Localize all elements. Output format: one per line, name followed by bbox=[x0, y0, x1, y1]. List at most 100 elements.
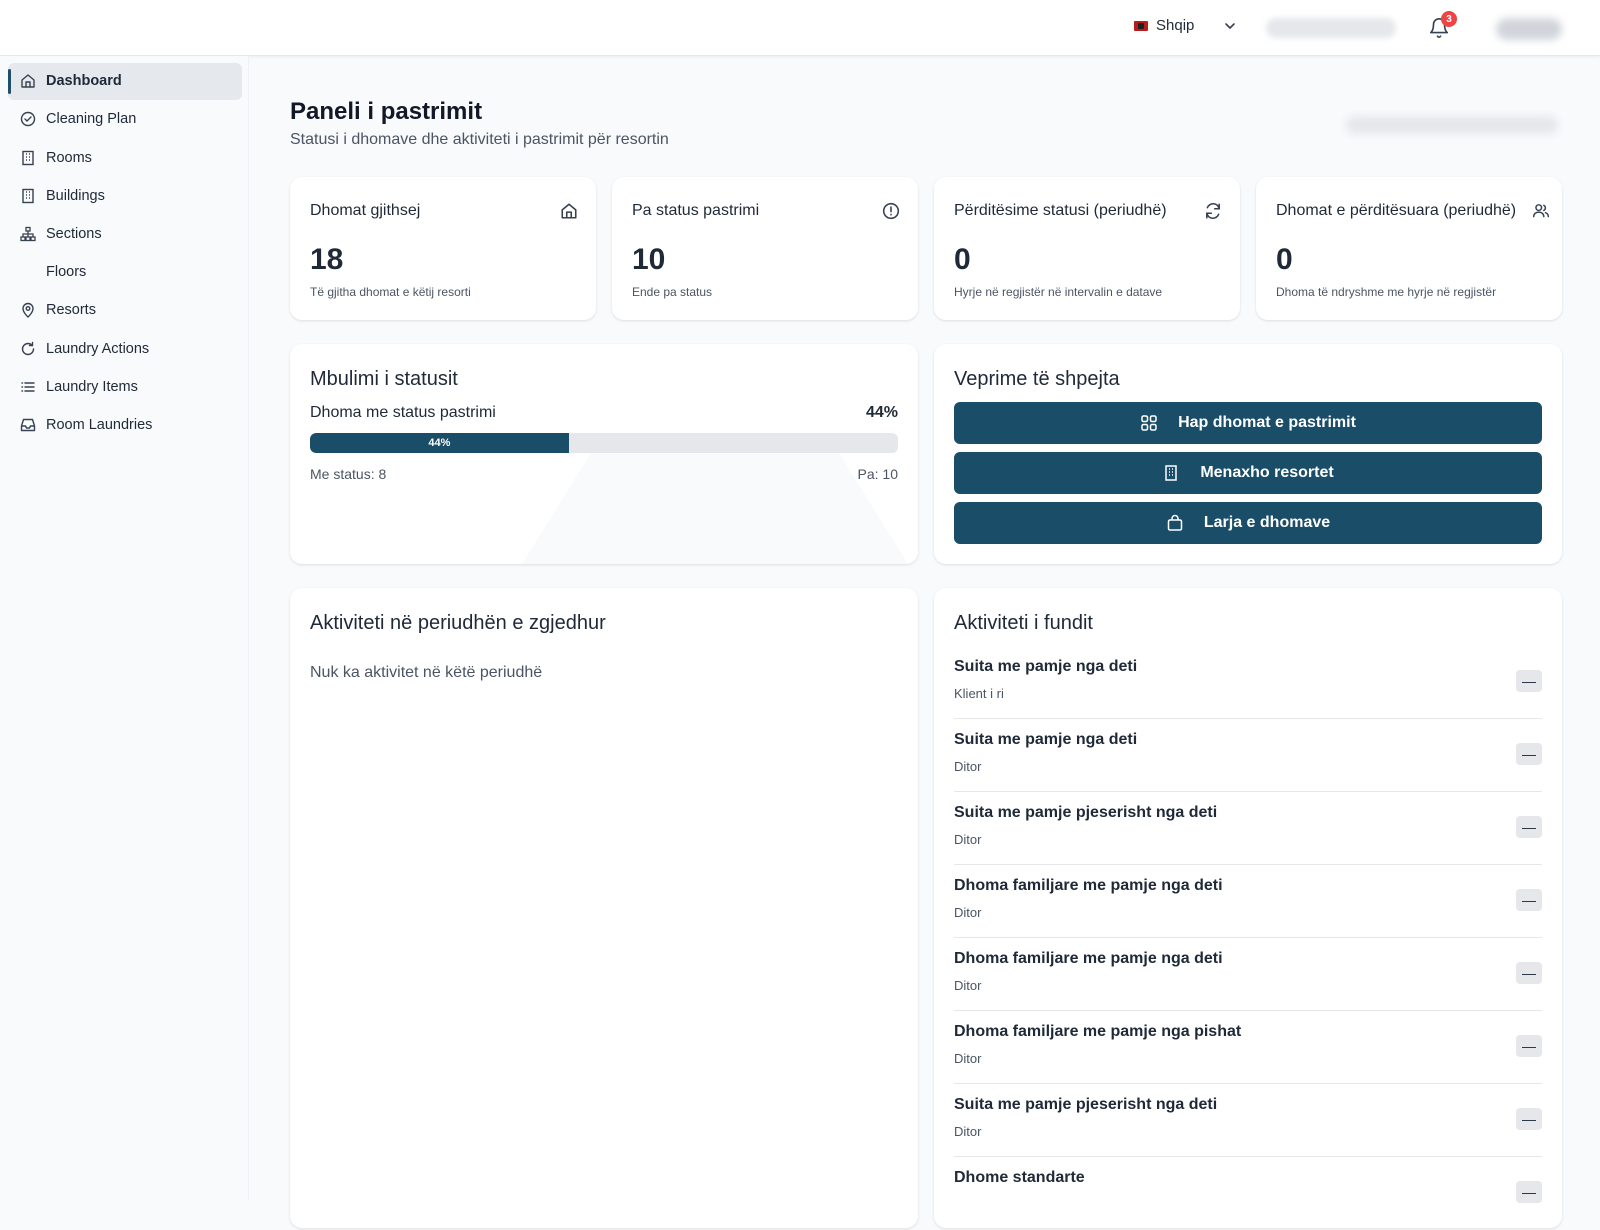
chevron-down-icon[interactable] bbox=[1222, 18, 1238, 34]
activity-status-badge: — bbox=[1516, 1035, 1542, 1057]
activity-room-name: Dhoma familjare me pamje nga deti bbox=[954, 877, 1223, 894]
sidebar-item-dashboard[interactable]: Dashboard bbox=[8, 63, 242, 100]
stat-value: 18 bbox=[310, 243, 344, 276]
activity-room-name: Suita me pamje pjeserisht nga deti bbox=[954, 804, 1218, 821]
activity-status-badge: — bbox=[1516, 816, 1542, 838]
decorative-shape bbox=[522, 452, 908, 564]
sidebar-item-floors[interactable]: Floors bbox=[8, 254, 242, 291]
sidebar-item-cleaning-plan[interactable]: Cleaning Plan bbox=[8, 101, 242, 138]
activity-list-item[interactable]: Suita me pamje pjeserisht nga deti Ditor… bbox=[954, 792, 1542, 865]
sidebar-item-room-laundries[interactable]: Room Laundries bbox=[8, 407, 242, 444]
blurred-user-avatar[interactable] bbox=[1496, 18, 1562, 40]
activity-room-name: Suita me pamje nga deti bbox=[954, 731, 1138, 748]
coverage-progress-fill: 44% bbox=[310, 433, 569, 453]
stat-title: Dhomat e përditësuara (periudhë) bbox=[1276, 202, 1517, 219]
activity-type: Ditor bbox=[954, 1051, 982, 1066]
button-label: Menaxho resortet bbox=[1200, 464, 1334, 481]
sidebar-item-rooms[interactable]: Rooms bbox=[8, 140, 242, 177]
language-selector[interactable]: Shqip bbox=[1134, 17, 1194, 34]
sidebar-item-label: Rooms bbox=[46, 150, 92, 166]
refresh-icon bbox=[21, 341, 35, 356]
activity-list-item[interactable]: Suita me pamje nga deti Ditor — bbox=[954, 719, 1542, 792]
activity-room-name: Dhoma familjare me pamje nga pishat bbox=[954, 1023, 1242, 1040]
manage-resorts-button[interactable]: Menaxho resortet bbox=[954, 452, 1542, 494]
alert-circle-icon bbox=[882, 202, 900, 220]
period-activity-title: Aktiviteti në periudhën e zgjedhur bbox=[310, 612, 606, 634]
quick-actions-title: Veprime të shpejta bbox=[954, 368, 1120, 390]
stat-value: 0 bbox=[954, 243, 971, 276]
coverage-title: Mbulimi i statusit bbox=[310, 368, 458, 390]
sidebar-item-label: Room Laundries bbox=[46, 417, 153, 433]
activity-status-badge: — bbox=[1516, 889, 1542, 911]
building-icon bbox=[22, 188, 34, 204]
coverage-progress-bar: 44% bbox=[310, 433, 898, 453]
activity-list-item[interactable]: Dhoma familjare me pamje nga pishat Dito… bbox=[954, 1011, 1542, 1084]
albania-flag-icon bbox=[1134, 20, 1148, 31]
activity-list-item[interactable]: Dhoma familjare me pamje nga deti Ditor … bbox=[954, 865, 1542, 938]
activity-room-name: Suita me pamje pjeserisht nga deti bbox=[954, 1096, 1218, 1113]
activity-type: Klient i ri bbox=[954, 686, 1004, 701]
coverage-card: Mbulimi i statusit Dhoma me status pastr… bbox=[290, 344, 918, 564]
notification-count-badge: 3 bbox=[1441, 11, 1457, 27]
sidebar-item-resorts[interactable]: Resorts bbox=[8, 292, 242, 329]
page-subtitle: Statusi i dhomave dhe aktiviteti i pastr… bbox=[290, 131, 669, 148]
quick-actions-card: Veprime të shpejta Hap dhomat e pastrimi… bbox=[934, 344, 1562, 564]
stat-value: 0 bbox=[1276, 243, 1293, 276]
button-label: Larja e dhomave bbox=[1203, 514, 1331, 531]
activity-list-item[interactable]: Dhome standarte — bbox=[954, 1157, 1542, 1230]
coverage-with-status: Me status: 8 bbox=[310, 466, 387, 482]
activity-status-badge: — bbox=[1516, 670, 1542, 692]
stat-title: Pa status pastrimi bbox=[632, 202, 760, 219]
recent-activity-card: Aktiviteti i fundit Suita me pamje nga d… bbox=[934, 588, 1562, 1228]
recent-activity-title: Aktiviteti i fundit bbox=[954, 612, 1093, 634]
activity-type: Ditor bbox=[954, 978, 982, 993]
sidebar: Dashboard Cleaning Plan Rooms Buildings … bbox=[0, 56, 249, 1200]
home-icon bbox=[21, 74, 35, 88]
map-pin-icon bbox=[22, 302, 34, 318]
users-icon bbox=[1532, 204, 1550, 218]
sidebar-item-laundry-actions[interactable]: Laundry Actions bbox=[8, 331, 242, 368]
stat-description: Të gjitha dhomat e këtij resorti bbox=[310, 285, 471, 299]
activity-type: Ditor bbox=[954, 905, 982, 920]
period-activity-card: Aktiviteti në periudhën e zgjedhur Nuk k… bbox=[290, 588, 918, 1228]
inbox-icon bbox=[20, 418, 36, 432]
coverage-label: Dhoma me status pastrimi bbox=[310, 404, 496, 421]
open-cleaning-rooms-button[interactable]: Hap dhomat e pastrimit bbox=[954, 402, 1542, 444]
blurred-date-range[interactable] bbox=[1346, 116, 1558, 134]
activity-room-name: Dhoma familjare me pamje nga deti bbox=[954, 950, 1223, 967]
activity-room-name: Dhome standarte bbox=[954, 1169, 1085, 1186]
stat-card-status-updates: Përditësime statusi (periudhë) 0 Hyrje n… bbox=[934, 177, 1240, 320]
coverage-percent: 44% bbox=[865, 404, 898, 421]
home-icon bbox=[561, 203, 577, 219]
sidebar-item-label: Floors bbox=[46, 264, 87, 280]
activity-list-item[interactable]: Suita me pamje nga deti Klient i ri — bbox=[954, 646, 1542, 719]
language-label: Shqip bbox=[1156, 17, 1195, 34]
stat-value: 10 bbox=[632, 243, 666, 276]
sidebar-item-sections[interactable]: Sections bbox=[8, 216, 242, 253]
bag-icon bbox=[1167, 514, 1183, 531]
sidebar-item-label: Laundry Actions bbox=[46, 341, 150, 357]
activity-list-item[interactable]: Suita me pamje pjeserisht nga deti Ditor… bbox=[954, 1084, 1542, 1157]
sidebar-item-laundry-items[interactable]: Laundry Items bbox=[8, 369, 242, 406]
activity-list-item[interactable]: Dhoma familjare me pamje nga deti Ditor … bbox=[954, 938, 1542, 1011]
stat-card-no-status: Pa status pastrimi 10 Ende pa status bbox=[612, 177, 918, 320]
building-icon bbox=[1165, 465, 1178, 481]
stat-description: Hyrje në regjistër në intervalin e datav… bbox=[954, 285, 1163, 299]
room-laundry-button[interactable]: Larja e dhomave bbox=[954, 502, 1542, 544]
check-circle-icon bbox=[20, 111, 36, 127]
sidebar-item-label: Buildings bbox=[46, 188, 105, 204]
activity-type: Ditor bbox=[954, 759, 982, 774]
sidebar-item-label: Laundry Items bbox=[46, 379, 138, 395]
blurred-user-info bbox=[1266, 18, 1396, 38]
activity-status-badge: — bbox=[1516, 962, 1542, 984]
activity-type: Ditor bbox=[954, 1124, 982, 1139]
stat-description: Ende pa status bbox=[632, 285, 713, 299]
page-title: Paneli i pastrimit bbox=[290, 98, 483, 125]
building-icon bbox=[22, 150, 34, 166]
sidebar-item-buildings[interactable]: Buildings bbox=[8, 178, 242, 215]
sitemap-icon bbox=[20, 226, 36, 242]
list-icon bbox=[21, 382, 35, 392]
sidebar-item-label: Dashboard bbox=[46, 73, 122, 89]
activity-status-badge: — bbox=[1516, 743, 1542, 765]
stat-title: Dhomat gjithsej bbox=[310, 202, 421, 219]
